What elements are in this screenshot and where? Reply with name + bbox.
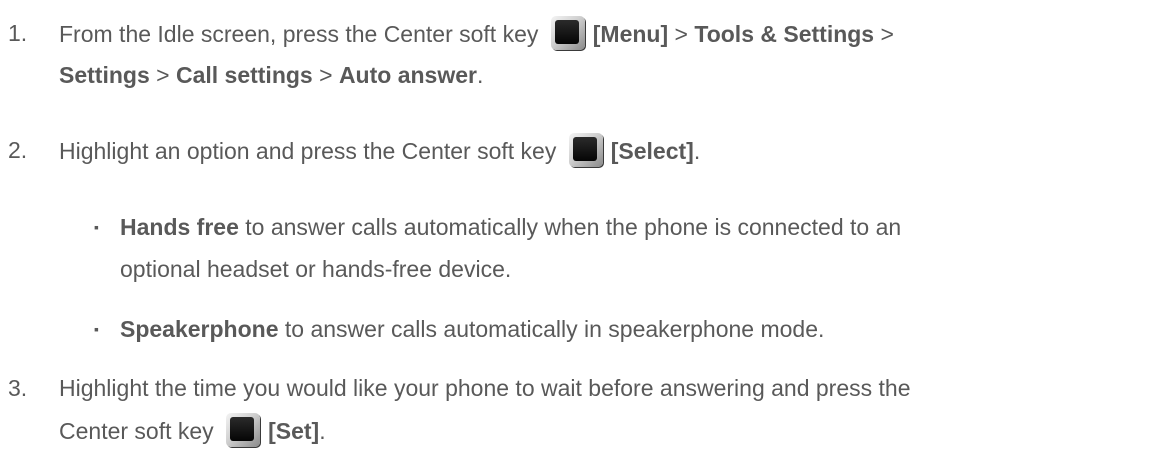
period: . <box>319 418 326 445</box>
tools-settings-label: Tools & Settings <box>694 21 875 48</box>
menu-label: [Menu] <box>592 21 669 48</box>
period: . <box>693 138 701 165</box>
select-label: [Select] <box>610 138 694 165</box>
auto-answer-label: Auto answer <box>338 62 477 88</box>
separator: > <box>874 21 894 48</box>
period: . <box>476 62 484 88</box>
center-soft-key-icon <box>226 413 261 447</box>
call-settings-label: Call settings <box>175 62 313 88</box>
center-soft-key-icon <box>550 16 585 50</box>
step-1-line-2: Settings > Call settings > Auto answer. <box>59 61 483 89</box>
step-text: Highlight an option and press the Center… <box>59 138 563 165</box>
bullet-line-1: Speakerphone to answer calls automatical… <box>120 315 824 343</box>
step-number: 2. <box>8 137 28 163</box>
separator: > <box>149 62 176 88</box>
step-number: 3. <box>8 375 28 401</box>
bullet-line-2: optional headset or hands-free device. <box>120 256 512 282</box>
bullet-icon: ▪ <box>94 321 99 337</box>
bullet-text: to answer calls automatically when the p… <box>238 214 902 240</box>
separator: > <box>668 21 695 48</box>
step-3-line-2: Center soft key [Set]. <box>59 413 326 450</box>
separator: > <box>312 62 339 88</box>
hands-free-label: Hands free <box>120 214 239 240</box>
bullet-line-1: Hands free to answer calls automatically… <box>120 213 901 241</box>
step-1-line-1: From the Idle screen, press the Center s… <box>59 16 894 53</box>
settings-label: Settings <box>59 62 150 88</box>
bullet-text: to answer calls automatically in speaker… <box>278 316 825 342</box>
step-2-line-1: Highlight an option and press the Center… <box>59 133 701 170</box>
step-text: Center soft key <box>59 418 221 445</box>
step-text: From the Idle screen, press the Center s… <box>59 21 545 48</box>
center-soft-key-icon <box>568 133 603 167</box>
speakerphone-label: Speakerphone <box>120 316 279 342</box>
bullet-icon: ▪ <box>94 219 99 235</box>
set-label: [Set] <box>268 418 320 445</box>
step-3-line-1: Highlight the time you would like your p… <box>59 375 911 401</box>
step-number: 1. <box>8 20 28 46</box>
